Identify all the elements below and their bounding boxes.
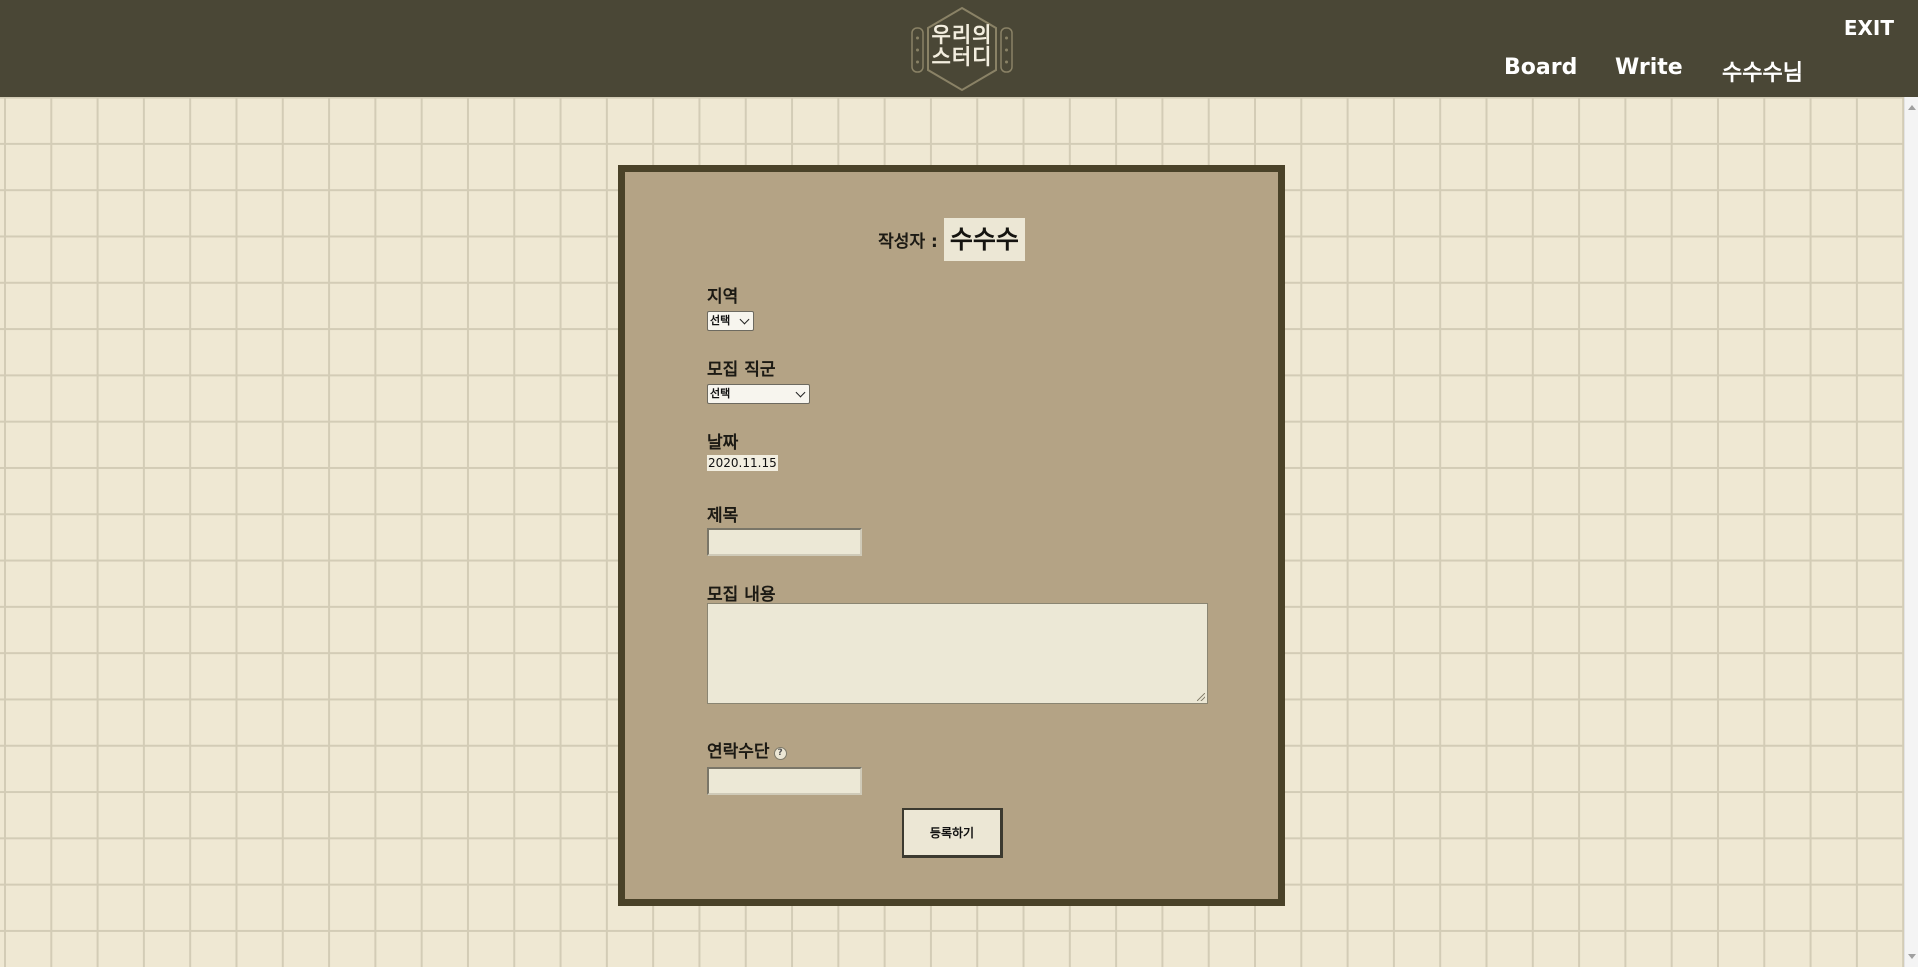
logo-text-line1: 우리의 bbox=[931, 23, 993, 47]
content-label: 모집 내용 bbox=[707, 585, 776, 605]
scroll-up-arrow-icon[interactable] bbox=[1908, 105, 1916, 110]
chevron-down-icon bbox=[795, 387, 806, 398]
region-select[interactable]: 선택 bbox=[707, 311, 754, 331]
author-row: 작성자 : 수수수 bbox=[625, 217, 1278, 261]
job-label: 모집 직군 bbox=[707, 360, 776, 380]
top-header: 우리의 스터디 EXIT Board Write 수수수님 bbox=[0, 0, 1918, 97]
contact-label: 연락수단? bbox=[707, 737, 787, 762]
region-label: 지역 bbox=[707, 287, 739, 307]
contact-label-text: 연락수단 bbox=[707, 742, 770, 762]
date-value: 2020.11.15 bbox=[707, 455, 778, 471]
nav-write-link[interactable]: Write bbox=[1615, 55, 1683, 80]
scroll-down-arrow-icon[interactable] bbox=[1908, 954, 1916, 959]
submit-button[interactable]: 등록하기 bbox=[902, 808, 1003, 858]
nav-user-link[interactable]: 수수수님 bbox=[1722, 55, 1803, 87]
title-input[interactable] bbox=[707, 528, 862, 556]
title-label: 제목 bbox=[707, 506, 739, 526]
exit-link[interactable]: EXIT bbox=[1844, 16, 1894, 40]
job-select[interactable]: 선택 bbox=[707, 384, 810, 404]
content-textarea[interactable] bbox=[707, 603, 1208, 704]
vertical-scrollbar[interactable] bbox=[1904, 97, 1918, 967]
date-label: 날짜 bbox=[707, 433, 739, 453]
chevron-down-icon bbox=[739, 314, 750, 325]
resize-grip-icon[interactable] bbox=[1197, 693, 1205, 701]
help-icon[interactable]: ? bbox=[773, 747, 787, 760]
job-select-value: 선택 bbox=[710, 387, 731, 400]
region-select-value: 선택 bbox=[710, 314, 731, 327]
author-label: 작성자 : bbox=[878, 231, 938, 252]
site-logo[interactable]: 우리의 스터디 bbox=[910, 6, 1014, 92]
logo-text-line2: 스터디 bbox=[931, 45, 993, 69]
author-name: 수수수 bbox=[943, 217, 1025, 261]
logo-text: 우리의 스터디 bbox=[910, 24, 1014, 68]
contact-input[interactable] bbox=[707, 767, 862, 795]
nav-board-link[interactable]: Board bbox=[1504, 55, 1577, 80]
write-form-card: 작성자 : 수수수 지역 선택 모집 직군 선택 날짜 2020.11.15 제… bbox=[618, 165, 1285, 906]
